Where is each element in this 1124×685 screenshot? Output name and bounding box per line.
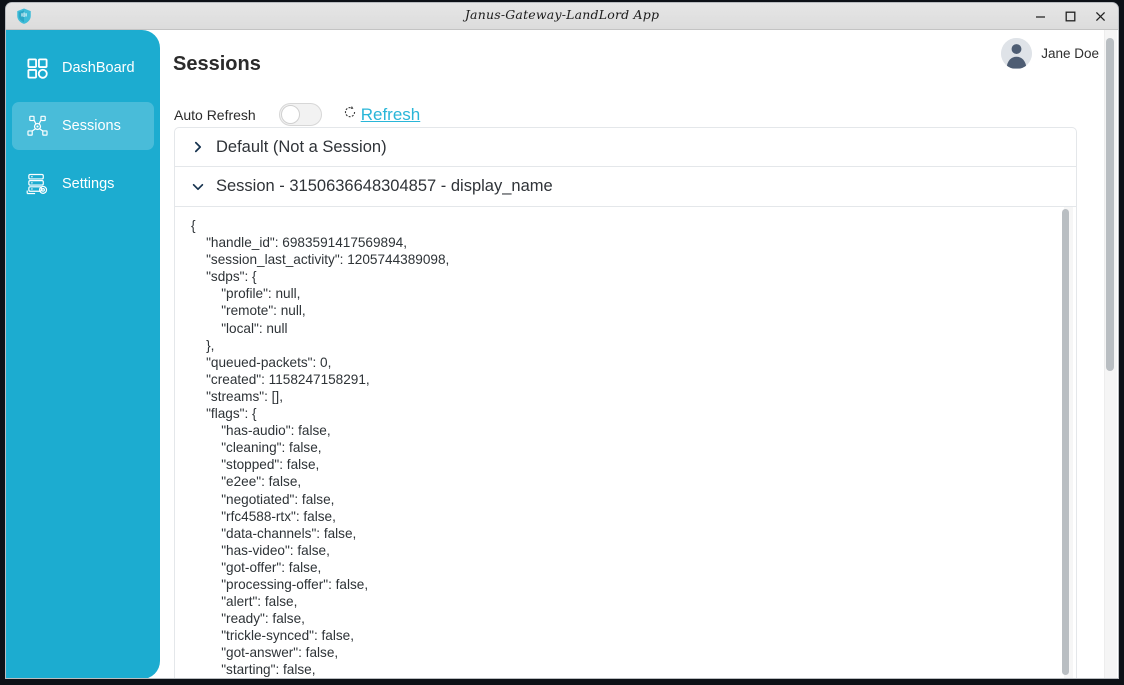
app-body: DashBoard Sessions Settings Sessions Jan… (6, 30, 1118, 678)
page-title: Sessions (173, 53, 261, 76)
toggle-knob (280, 105, 300, 124)
refresh-circle-icon (343, 105, 357, 124)
server-gear-icon (24, 171, 50, 197)
minimize-icon[interactable] (1026, 4, 1054, 28)
sessions-accordion: Default (Not a Session) Session - 315063… (174, 127, 1077, 678)
sidebar-item-label: Settings (62, 176, 115, 192)
user-name: Jane Doe (1041, 46, 1099, 61)
user-profile[interactable]: Jane Doe (1001, 38, 1099, 69)
sidebar-item-sessions[interactable]: Sessions (12, 102, 154, 150)
chevron-down-icon (191, 180, 205, 194)
window-controls (1026, 3, 1114, 29)
chevron-right-icon (191, 140, 205, 154)
user-avatar-icon (1001, 38, 1033, 69)
title-bar: Janus-Gateway-LandLord App (6, 3, 1118, 30)
json-scrollbar-thumb[interactable] (1062, 209, 1069, 675)
sidebar-item-settings[interactable]: Settings (12, 160, 154, 208)
page-scrollbar-track[interactable] (1104, 30, 1117, 678)
window-title: Janus-Gateway-LandLord App (464, 7, 660, 22)
sidebar-item-label: DashBoard (62, 60, 135, 76)
auto-refresh-toggle[interactable] (278, 103, 322, 126)
sidebar-item-dashboard[interactable]: DashBoard (12, 44, 154, 92)
page-scrollbar-thumb[interactable] (1106, 38, 1114, 371)
dashboard-grid-icon (24, 55, 50, 81)
maximize-icon[interactable] (1056, 4, 1084, 28)
close-icon[interactable] (1086, 4, 1114, 28)
refresh-button[interactable]: Refresh (343, 104, 421, 125)
accordion-label: Session - 3150636648304857 - display_nam… (216, 177, 553, 195)
sidebar-item-label: Sessions (62, 118, 121, 134)
accordion-header-default[interactable]: Default (Not a Session) (174, 127, 1077, 167)
toolbar: Auto Refresh Refresh (174, 103, 420, 126)
session-json-panel: { "handle_id": 6983591417569894, "sessio… (174, 207, 1077, 678)
session-json-content: { "handle_id": 6983591417569894, "sessio… (191, 218, 450, 678)
auto-refresh-label: Auto Refresh (174, 106, 256, 123)
main-content: Sessions Jane Doe Auto Refresh Refresh D… (160, 30, 1118, 678)
sessions-network-icon (24, 113, 50, 139)
sidebar: DashBoard Sessions Settings (6, 30, 160, 678)
refresh-label: Refresh (360, 104, 421, 124)
accordion-header-session[interactable]: Session - 3150636648304857 - display_nam… (174, 167, 1077, 207)
accordion-label: Default (Not a Session) (216, 137, 387, 156)
app-window: Janus-Gateway-LandLord App DashBoard Ses… (6, 3, 1118, 678)
json-scrollbar-track[interactable] (1062, 207, 1073, 678)
